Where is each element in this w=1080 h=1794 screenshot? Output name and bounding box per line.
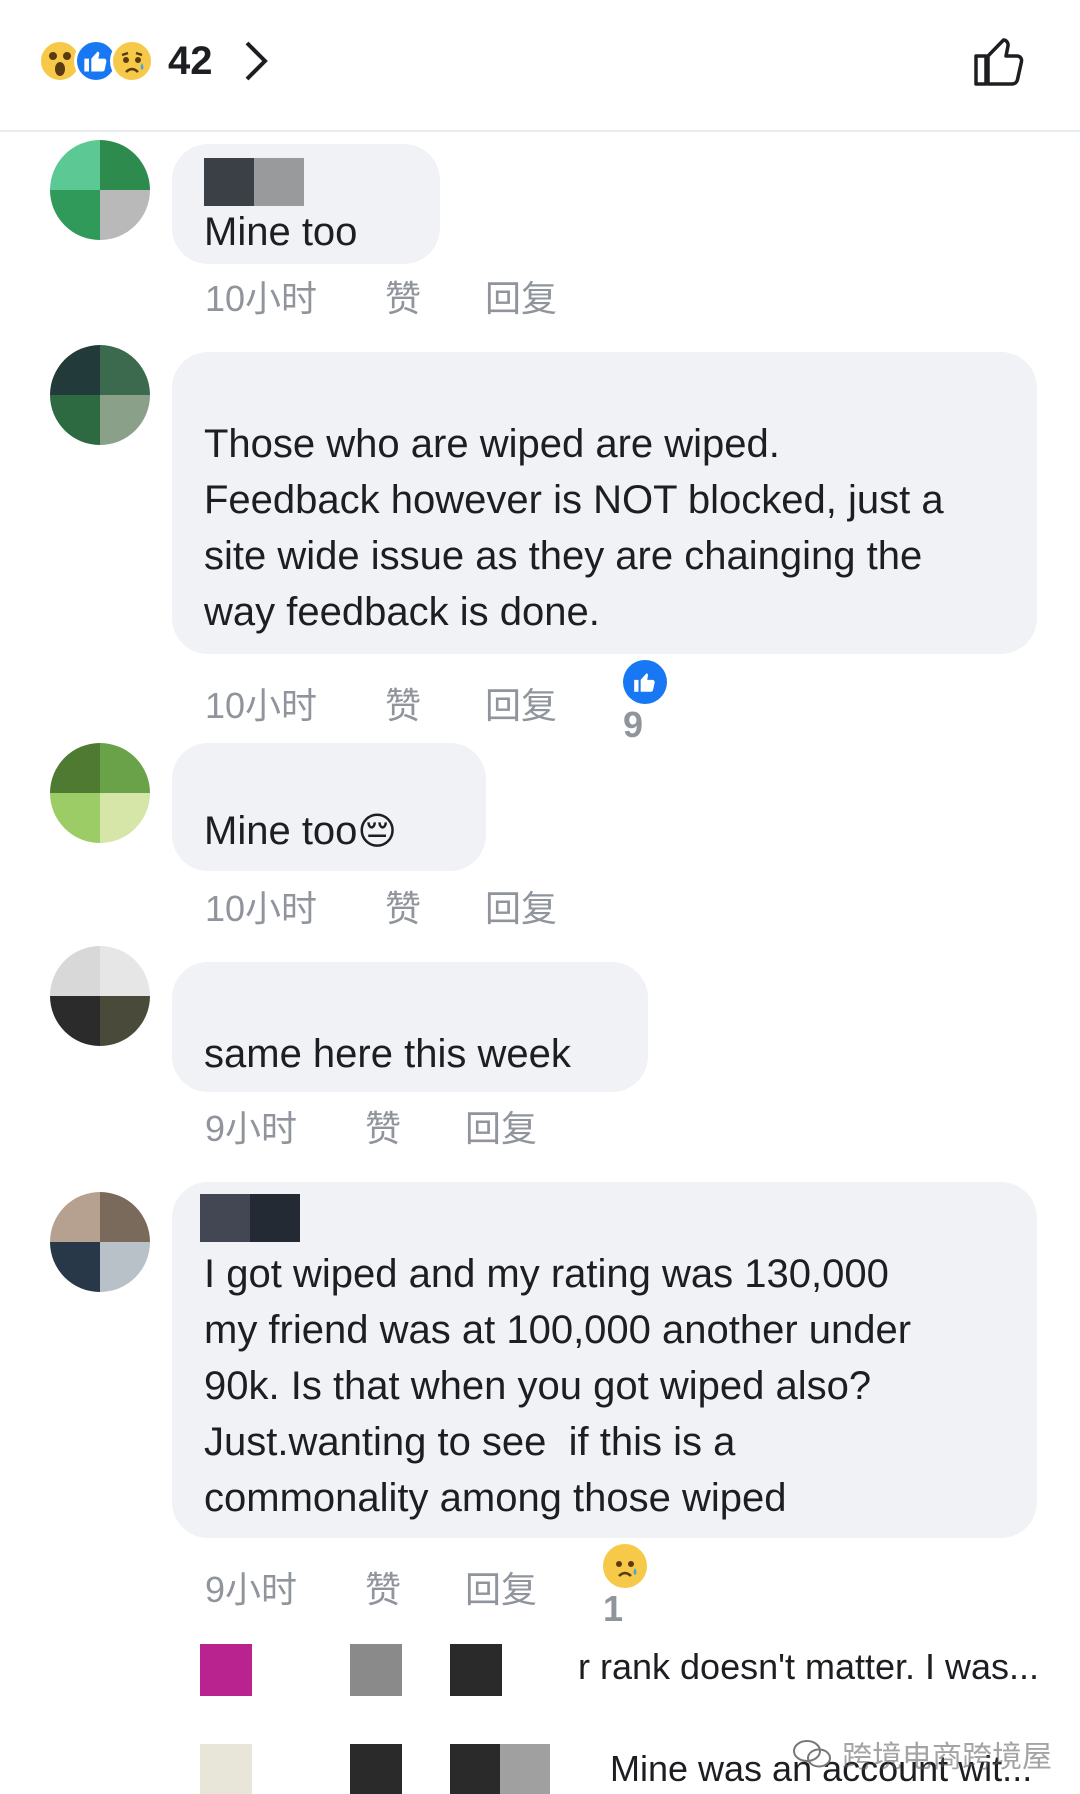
comment-time: 9小时 [205, 1569, 298, 1610]
author-name-blurred [450, 1644, 502, 1696]
reply-action[interactable]: 回复 [465, 1100, 595, 1152]
comment-bubble[interactable]: Mine too😔 [172, 743, 486, 871]
reply-action[interactable]: 回复 [485, 270, 615, 322]
like-action[interactable]: 赞 [385, 270, 485, 322]
comment-bubble[interactable]: Those who are wiped are wiped. Feedback … [172, 352, 1037, 654]
comment-text: Those who are wiped are wiped. Feedback … [204, 422, 944, 634]
like-outline-icon[interactable] [970, 30, 1030, 90]
like-icon [623, 660, 667, 704]
author-name-blurred [350, 1644, 402, 1696]
pensive-emoji: 😔 [357, 811, 398, 853]
like-action[interactable]: 赞 [385, 880, 485, 932]
comment-reactions[interactable]: 1 [603, 1544, 665, 1630]
comment-time: 10小时 [205, 685, 318, 726]
chevron-right-icon[interactable] [243, 39, 269, 83]
comment-time: 10小时 [205, 278, 318, 319]
comment-bubble[interactable]: same here this week [172, 962, 648, 1092]
reaction-summary[interactable]: 42 [38, 36, 269, 86]
comment-actions: 9小时 赞 回复 1 [205, 1544, 665, 1630]
author-name-blurred[interactable] [204, 158, 408, 206]
avatar[interactable] [50, 743, 150, 843]
reaction-count: 1 [603, 1588, 624, 1629]
comment-text: same here this week [204, 1032, 571, 1076]
avatar[interactable] [50, 946, 150, 1046]
reply-action[interactable]: 回复 [485, 677, 615, 729]
avatar[interactable] [50, 140, 150, 240]
comment-time: 10小时 [205, 888, 318, 929]
reactions-header: 42 [0, 0, 1080, 132]
comment-actions: 10小时 赞 回复 [205, 270, 615, 322]
reply-text: r rank doesn't matter. I was... [578, 1646, 1040, 1687]
sad-icon [603, 1544, 647, 1588]
comment-bubble[interactable]: I got wiped and my rating was 130,000 my… [172, 1182, 1037, 1538]
watermark: 跨境电商跨境屋 [792, 1732, 1052, 1776]
wechat-icon [793, 1740, 831, 1768]
author-name-blurred [350, 1744, 402, 1794]
avatar[interactable] [50, 345, 150, 445]
comment-text-content: Mine too [204, 809, 358, 853]
comment-time: 9小时 [205, 1108, 298, 1149]
like-action[interactable]: 赞 [365, 1100, 465, 1152]
reaction-count: 9 [623, 704, 644, 745]
like-action[interactable]: 赞 [385, 677, 485, 729]
avatar [200, 1744, 252, 1794]
comment-actions: 10小时 赞 回复 9 [205, 660, 685, 746]
comment-text: I got wiped and my rating was 130,000 my… [204, 1252, 912, 1520]
comment-reactions[interactable]: 9 [623, 660, 685, 746]
reply-action[interactable]: 回复 [485, 880, 615, 932]
comment-text: Mine too [204, 210, 358, 254]
author-name-blurred[interactable] [200, 1194, 300, 1242]
reply-preview[interactable]: r rank doesn't matter. I was... [0, 1644, 1080, 1704]
comment-bubble[interactable]: Mine too [172, 144, 440, 264]
like-action[interactable]: 赞 [365, 1561, 465, 1613]
avatar [200, 1644, 252, 1696]
watermark-text: 跨境电商跨境屋 [842, 1741, 1052, 1774]
author-name-blurred [450, 1744, 550, 1794]
avatar[interactable] [50, 1192, 150, 1292]
reaction-count: 42 [168, 38, 213, 83]
comment-actions: 9小时 赞 回复 [205, 1100, 595, 1152]
reply-action[interactable]: 回复 [465, 1561, 595, 1613]
sad-icon [110, 39, 154, 83]
comment-actions: 10小时 赞 回复 [205, 880, 615, 932]
comment-text: Mine too😔 [204, 803, 454, 860]
